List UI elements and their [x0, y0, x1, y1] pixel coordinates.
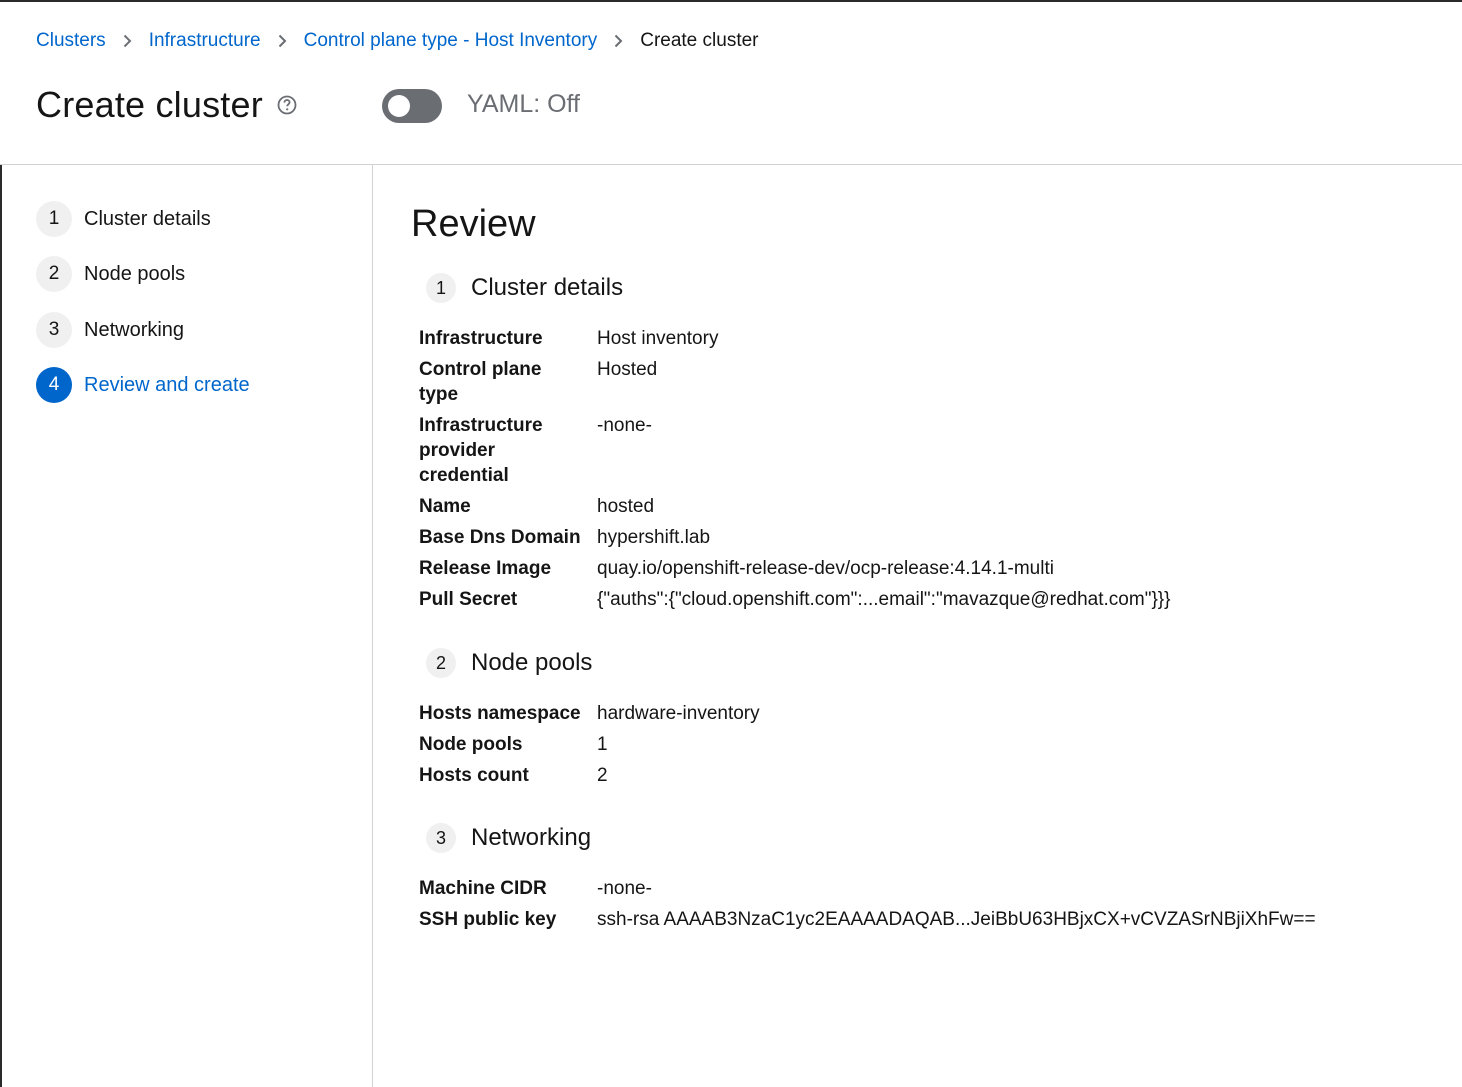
- detail-row: Name hosted: [419, 494, 1419, 519]
- step-label: Review and create: [84, 373, 250, 396]
- detail-term: Base Dns Domain: [419, 527, 581, 548]
- section-title: Networking: [471, 824, 592, 851]
- help-icon[interactable]: [277, 95, 297, 115]
- detail-value: quay.io/openshift-release-dev/ocp-releas…: [597, 558, 1054, 579]
- detail-row: Hosts namespace hardware-inventory: [419, 701, 1419, 726]
- detail-value: ssh-rsa AAAAB3NzaC1yc2EAAAADAQAB...JeiBb…: [597, 909, 1316, 930]
- breadcrumb-clusters[interactable]: Clusters: [36, 30, 106, 52]
- chevron-right-icon: [123, 34, 132, 48]
- detail-value: 2: [597, 765, 608, 786]
- review-title: Review: [411, 203, 536, 245]
- breadcrumb-current: Create cluster: [640, 30, 759, 51]
- review-panel: Review 1 Cluster details Infrastructure …: [374, 165, 1462, 1087]
- title-row: Create cluster: [36, 84, 297, 126]
- review-section-node-pools: 2 Node pools: [426, 647, 592, 679]
- cluster-details-list: Infrastructure Host inventory Control pl…: [419, 326, 1419, 618]
- detail-term: Infrastructure: [419, 328, 543, 349]
- detail-value: hardware-inventory: [597, 703, 760, 724]
- wizard-step-review-and-create[interactable]: 4 Review and create: [36, 367, 250, 403]
- section-header: 2 Node pools: [426, 647, 592, 679]
- wizard-step-node-pools[interactable]: 2 Node pools: [36, 256, 185, 292]
- section-number: 2: [426, 648, 456, 678]
- step-number: 1: [36, 201, 72, 237]
- detail-row: Infrastructure provider credential -none…: [419, 413, 1419, 488]
- networking-list: Machine CIDR -none- SSH public key ssh-r…: [419, 876, 1419, 938]
- detail-term: SSH public key: [419, 909, 557, 930]
- wizard-nav: 1 Cluster details 2 Node pools 3 Network…: [0, 165, 373, 1087]
- section-header: 3 Networking: [426, 822, 591, 854]
- detail-row: Machine CIDR -none-: [419, 876, 1419, 901]
- wizard-step-cluster-details[interactable]: 1 Cluster details: [36, 201, 211, 237]
- chevron-right-icon: [278, 34, 287, 48]
- detail-value: Hosted: [597, 359, 658, 380]
- detail-value: hosted: [597, 496, 655, 517]
- section-title: Cluster details: [471, 274, 624, 301]
- page-title: Create cluster: [36, 84, 263, 125]
- node-pools-list: Hosts namespace hardware-inventory Node …: [419, 701, 1419, 794]
- detail-term: Infrastructure provider credential: [419, 415, 543, 486]
- review-section-cluster-details: 1 Cluster details: [426, 272, 623, 304]
- wizard-step-networking[interactable]: 3 Networking: [36, 312, 184, 348]
- detail-row: Control plane type Hosted: [419, 357, 1419, 407]
- detail-term: Hosts count: [419, 765, 529, 786]
- detail-value: -none-: [597, 878, 652, 899]
- detail-row: Infrastructure Host inventory: [419, 326, 1419, 351]
- detail-term: Hosts namespace: [419, 703, 581, 724]
- section-number: 1: [426, 273, 456, 303]
- detail-term: Machine CIDR: [419, 878, 547, 899]
- step-number: 2: [36, 256, 72, 292]
- detail-term: Name: [419, 496, 471, 517]
- detail-row: Pull Secret {"auths":{"cloud.openshift.c…: [419, 587, 1419, 612]
- detail-term: Control plane type: [419, 359, 542, 405]
- chevron-right-icon: [614, 34, 623, 48]
- toggle-knob: [388, 95, 410, 117]
- detail-term: Node pools: [419, 734, 523, 755]
- section-number: 3: [426, 823, 456, 853]
- step-label: Node pools: [84, 262, 186, 285]
- detail-value: {"auths":{"cloud.openshift.com":...email…: [597, 589, 1171, 610]
- detail-row: Node pools 1: [419, 732, 1419, 757]
- yaml-toggle[interactable]: [382, 89, 442, 123]
- detail-value: 1: [597, 734, 608, 755]
- page-header: Clusters Infrastructure Control plane ty…: [0, 2, 1462, 165]
- section-header: 1 Cluster details: [426, 272, 623, 304]
- yaml-toggle-label: YAML: Off: [467, 90, 581, 118]
- detail-row: Base Dns Domain hypershift.lab: [419, 525, 1419, 550]
- review-section-networking: 3 Networking: [426, 822, 591, 854]
- breadcrumb-control-plane-type[interactable]: Control plane type - Host Inventory: [304, 30, 598, 52]
- step-label: Networking: [84, 318, 185, 341]
- detail-row: Hosts count 2: [419, 763, 1419, 788]
- detail-term: Pull Secret: [419, 589, 518, 610]
- detail-value: -none-: [597, 415, 652, 436]
- breadcrumb: Clusters Infrastructure Control plane ty…: [36, 30, 759, 52]
- detail-term: Release Image: [419, 558, 552, 579]
- detail-row: Release Image quay.io/openshift-release-…: [419, 556, 1419, 581]
- detail-value: Host inventory: [597, 328, 719, 349]
- detail-row: SSH public key ssh-rsa AAAAB3NzaC1yc2EAA…: [419, 907, 1419, 932]
- section-title: Node pools: [471, 649, 593, 676]
- step-number: 4: [36, 367, 72, 403]
- detail-value: hypershift.lab: [597, 527, 711, 548]
- step-number: 3: [36, 312, 72, 348]
- breadcrumb-infrastructure[interactable]: Infrastructure: [149, 30, 261, 52]
- step-label: Cluster details: [84, 207, 211, 230]
